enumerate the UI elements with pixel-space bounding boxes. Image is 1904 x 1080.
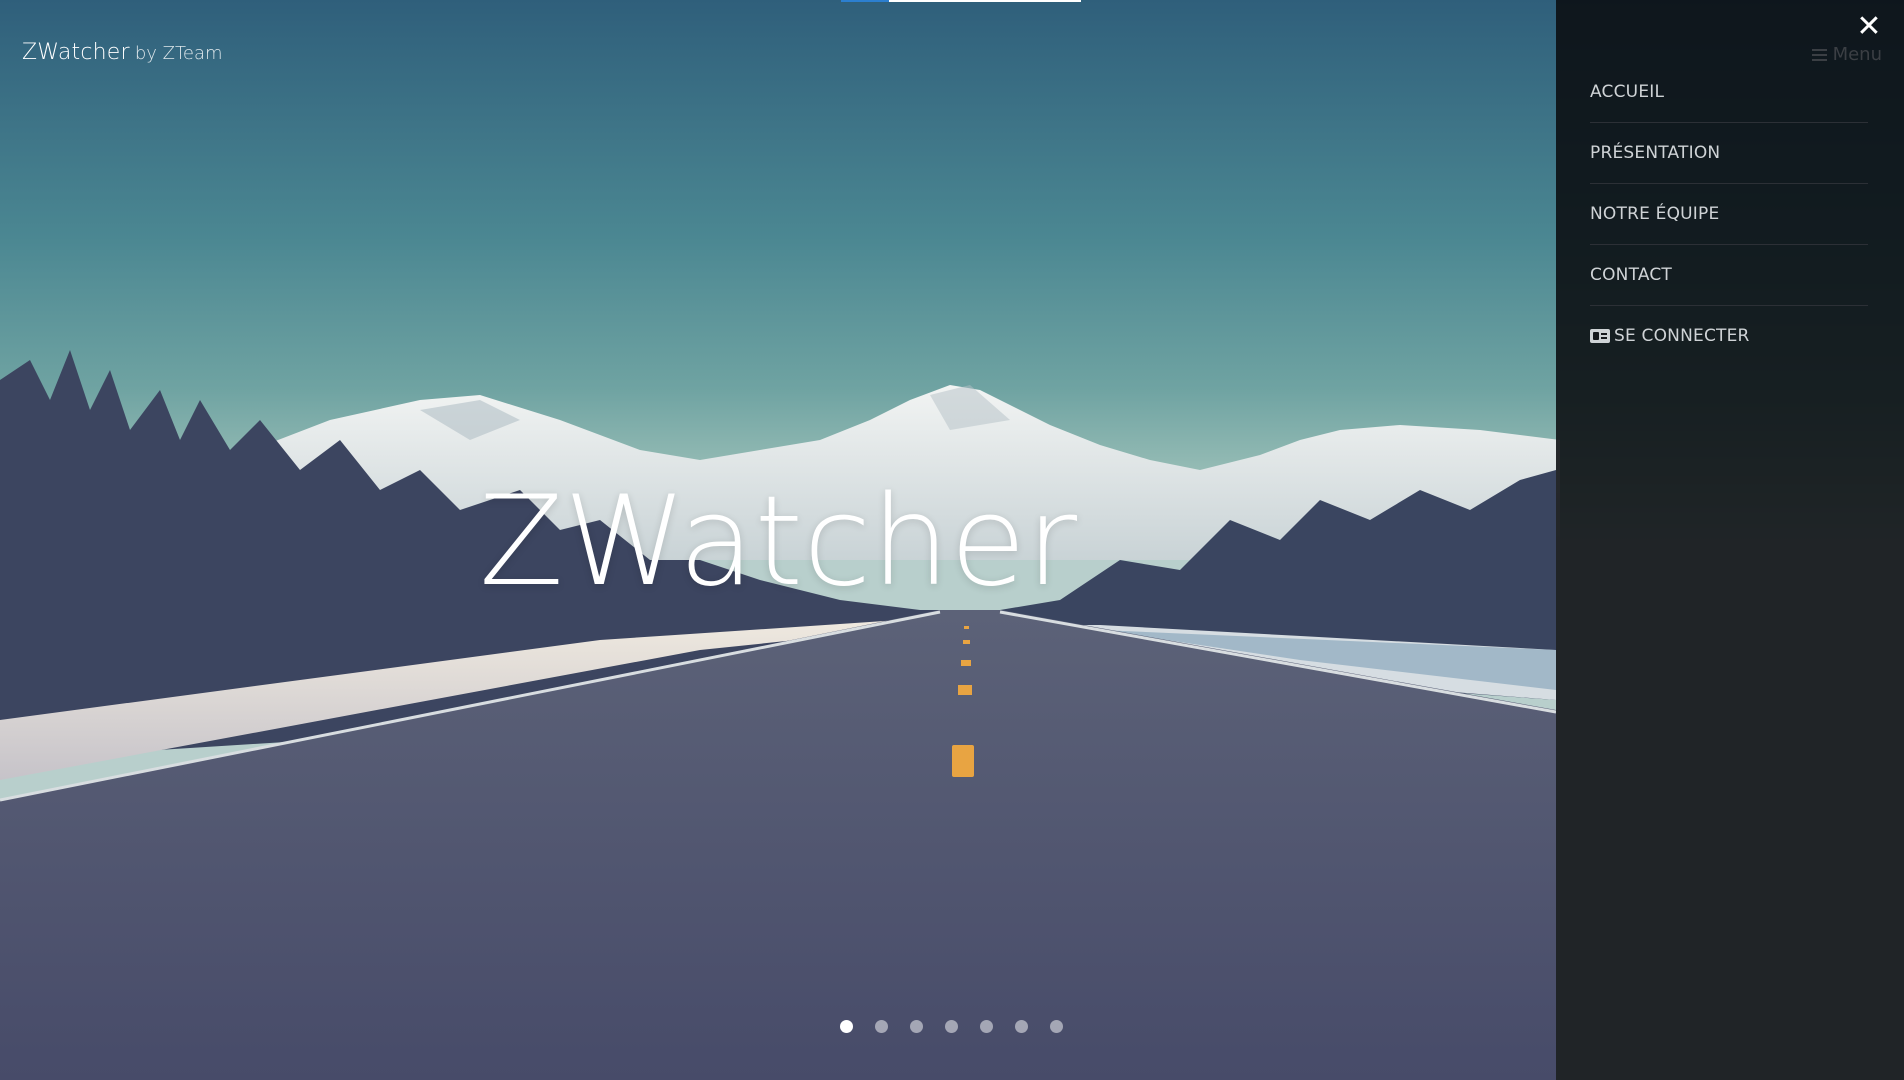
- slider-pagination: [840, 1020, 1063, 1033]
- nav-item-label: ACCUEIL: [1590, 82, 1665, 102]
- slider-dot-7[interactable]: [1050, 1020, 1063, 1033]
- slider-dot-1[interactable]: [840, 1020, 853, 1033]
- hamburger-icon: [1811, 48, 1827, 61]
- id-card-icon: [1590, 329, 1610, 343]
- side-nav: ACCUEIL PRÉSENTATION NOTRE ÉQUIPE CONTAC…: [1590, 62, 1868, 366]
- brand-name: ZWatcher: [22, 40, 130, 65]
- side-menu-panel: ✕ Menu ACCUEIL PRÉSENTATION NOTRE ÉQUIPE…: [1556, 0, 1904, 1080]
- slider-progress-bar: [841, 0, 1081, 2]
- nav-item-label: CONTACT: [1590, 265, 1673, 285]
- hero-title: ZWatcher: [478, 470, 1078, 614]
- nav-item-label: NOTRE ÉQUIPE: [1590, 204, 1720, 224]
- nav-item-notre-equipe[interactable]: NOTRE ÉQUIPE: [1590, 184, 1868, 245]
- slider-dot-2[interactable]: [875, 1020, 888, 1033]
- slider-dot-5[interactable]: [980, 1020, 993, 1033]
- nav-item-se-connecter[interactable]: SE CONNECTER: [1590, 306, 1868, 366]
- close-icon[interactable]: ✕: [1856, 12, 1882, 42]
- slider-progress-fill: [841, 0, 889, 2]
- nav-item-label: PRÉSENTATION: [1590, 143, 1721, 163]
- slider-dot-6[interactable]: [1015, 1020, 1028, 1033]
- brand-byline: by ZTeam: [134, 43, 223, 64]
- nav-item-accueil[interactable]: ACCUEIL: [1590, 62, 1868, 123]
- slider-dot-3[interactable]: [910, 1020, 923, 1033]
- nav-item-contact[interactable]: CONTACT: [1590, 245, 1868, 306]
- nav-item-label: SE CONNECTER: [1614, 326, 1750, 346]
- nav-item-presentation[interactable]: PRÉSENTATION: [1590, 123, 1868, 184]
- slider-dot-4[interactable]: [945, 1020, 958, 1033]
- brand-logo[interactable]: ZWatcher by ZTeam: [22, 40, 223, 65]
